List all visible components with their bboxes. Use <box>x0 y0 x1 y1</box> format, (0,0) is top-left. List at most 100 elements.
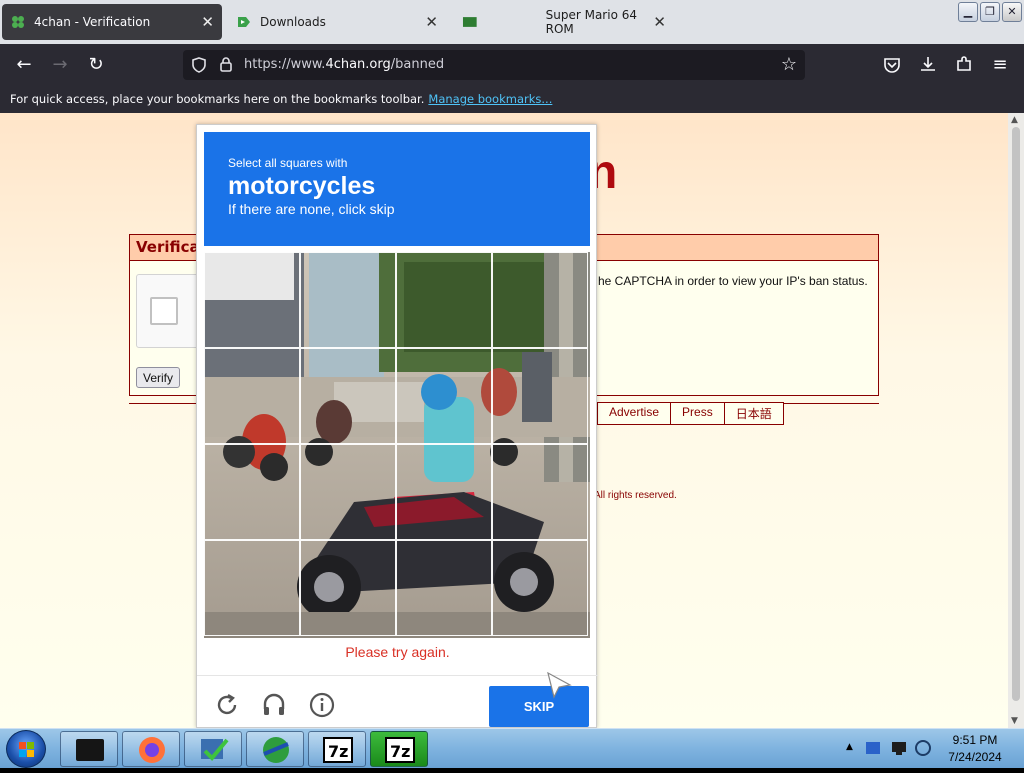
page-scrollbar[interactable]: ▲ ▼ <box>1008 113 1024 728</box>
download-icon[interactable] <box>919 55 937 73</box>
grid-cell[interactable] <box>300 252 396 348</box>
copyright-text: All rights reserved. <box>594 490 677 501</box>
close-window-icon[interactable]: ✕ <box>1002 2 1022 22</box>
verify-button[interactable]: Verify <box>136 367 180 388</box>
taskbar-7zip-1[interactable]: 7z <box>308 731 366 767</box>
clock-date[interactable]: 7/24/2024 <box>935 750 1015 764</box>
pocket-icon[interactable] <box>883 56 901 74</box>
tray-app-icon[interactable] <box>864 739 882 757</box>
grid-cell[interactable] <box>492 444 588 540</box>
checkmark-app-icon <box>201 738 229 761</box>
menu-hamburger-icon[interactable]: ≡ <box>988 53 1012 77</box>
7zip-icon: 7z <box>385 737 415 763</box>
grid-cell[interactable] <box>300 444 396 540</box>
minimize-icon[interactable]: ▁ <box>958 2 978 22</box>
grid-cell[interactable] <box>204 540 300 636</box>
grid-cell[interactable] <box>492 348 588 444</box>
bookmark-star-icon[interactable]: ☆ <box>781 54 797 75</box>
scroll-down-arrow-icon[interactable]: ▼ <box>1011 716 1018 726</box>
url-text[interactable]: https://www.4chan.org/banned <box>244 57 444 72</box>
scrollbar-thumb[interactable] <box>1012 127 1020 701</box>
start-button[interactable] <box>6 730 46 768</box>
restore-icon[interactable]: ❐ <box>980 2 1000 22</box>
extensions-puzzle-icon[interactable] <box>955 55 973 73</box>
grid-cell[interactable] <box>396 540 492 636</box>
close-tab-icon[interactable]: ✕ <box>201 13 214 31</box>
globe-icon <box>263 737 289 763</box>
scroll-up-arrow-icon[interactable]: ▲ <box>1011 115 1018 125</box>
bookmarks-toolbar: For quick access, place your bookmarks h… <box>0 86 1024 113</box>
tab-title: 4chan - Verification <box>34 15 151 29</box>
window-controls: ▁ ❐ ✕ <box>958 2 1022 22</box>
grid-cell[interactable] <box>396 252 492 348</box>
forward-arrow-icon[interactable]: → <box>48 53 72 77</box>
recaptcha-challenge: Select all squares with motorcycles If t… <box>196 124 598 729</box>
grid-cell[interactable] <box>204 444 300 540</box>
url-host: 4chan.org <box>325 57 391 72</box>
tab-super-mario-rom[interactable]: Super Mario 64 ROM ✕ <box>454 4 674 40</box>
footer-links: Advertise Press 日本語 <box>597 402 784 425</box>
shield-icon[interactable] <box>191 57 207 73</box>
svg-text:7z: 7z <box>328 742 348 761</box>
grid-cell[interactable] <box>396 444 492 540</box>
challenge-instructions: Select all squares with motorcycles If t… <box>204 132 590 246</box>
taskbar-checkmark-app[interactable] <box>184 731 242 767</box>
grid-cell[interactable] <box>204 252 300 348</box>
verification-title: Verifica <box>136 238 200 256</box>
footer-link-advertise[interactable]: Advertise <box>597 402 672 425</box>
navigation-toolbar: ← → ↻ https://www.4chan.org/banned ☆ ≡ <box>0 44 1024 86</box>
info-icon[interactable] <box>309 692 335 718</box>
taskbar-terminal[interactable] <box>60 731 118 767</box>
grid-cell[interactable] <box>300 540 396 636</box>
instruction-skip-hint: If there are none, click skip <box>228 201 395 217</box>
url-prefix: https://www. <box>244 57 326 72</box>
rom-site-icon <box>462 17 477 27</box>
reload-icon[interactable] <box>214 692 240 718</box>
tab-title: Downloads <box>260 15 326 29</box>
clock-time[interactable]: 9:51 PM <box>935 733 1015 747</box>
terminal-icon <box>76 739 104 761</box>
challenge-footer: SKIP <box>197 675 598 729</box>
grid-cell[interactable] <box>396 348 492 444</box>
taskbar-7zip-2[interactable]: 7z <box>370 731 428 767</box>
lock-icon[interactable] <box>219 56 233 73</box>
taskbar: 7z 7z ▲ 9:51 PM 7/24/2024 <box>0 728 1024 768</box>
volume-icon[interactable] <box>914 739 932 757</box>
instruction-keyword: motorcycles <box>228 172 376 200</box>
taskbar-firefox[interactable] <box>122 731 180 767</box>
4chan-clover-icon <box>12 16 24 28</box>
instruction-line: Select all squares with <box>228 156 348 170</box>
downloads-icon <box>238 17 250 27</box>
verification-message: he CAPTCHA in order to view your IP's ba… <box>598 274 868 288</box>
7zip-icon: 7z <box>323 737 353 763</box>
manage-bookmarks-link[interactable]: Manage bookmarks... <box>428 92 552 106</box>
close-tab-icon[interactable]: ✕ <box>653 13 666 31</box>
address-bar[interactable]: https://www.4chan.org/banned ☆ <box>183 50 805 80</box>
im-not-a-robot-checkbox[interactable] <box>150 297 178 325</box>
tab-title: Super Mario 64 ROM <box>545 8 637 36</box>
reload-icon[interactable]: ↻ <box>84 53 108 77</box>
windows-logo-icon <box>19 742 34 757</box>
audio-headphones-icon[interactable] <box>261 692 287 718</box>
firefox-icon <box>139 737 165 763</box>
back-arrow-icon[interactable]: ← <box>12 53 36 77</box>
tab-strip: 4chan - Verification ✕ Downloads ✕ Super… <box>0 0 1024 44</box>
error-message: Please try again. <box>345 644 450 660</box>
footer-link-press[interactable]: Press <box>671 402 725 425</box>
svg-text:7z: 7z <box>390 742 410 761</box>
grid-cell[interactable] <box>300 348 396 444</box>
tab-4chan-verification[interactable]: 4chan - Verification ✕ <box>2 4 222 40</box>
show-hidden-icons-icon[interactable]: ▲ <box>846 742 853 752</box>
close-tab-icon[interactable]: ✕ <box>425 13 438 31</box>
bookmarks-message: For quick access, place your bookmarks h… <box>10 92 425 106</box>
footer-link-japanese[interactable]: 日本語 <box>724 402 784 425</box>
tab-downloads[interactable]: Downloads ✕ <box>228 4 446 40</box>
taskbar-globe-app[interactable] <box>246 731 304 767</box>
grid-cell[interactable] <box>492 540 588 636</box>
mouse-cursor-icon <box>547 671 572 699</box>
network-monitor-icon[interactable] <box>890 739 908 757</box>
grid-cell[interactable] <box>492 252 588 348</box>
skip-button[interactable]: SKIP <box>489 686 589 727</box>
url-path: /banned <box>390 57 445 72</box>
grid-cell[interactable] <box>204 348 300 444</box>
